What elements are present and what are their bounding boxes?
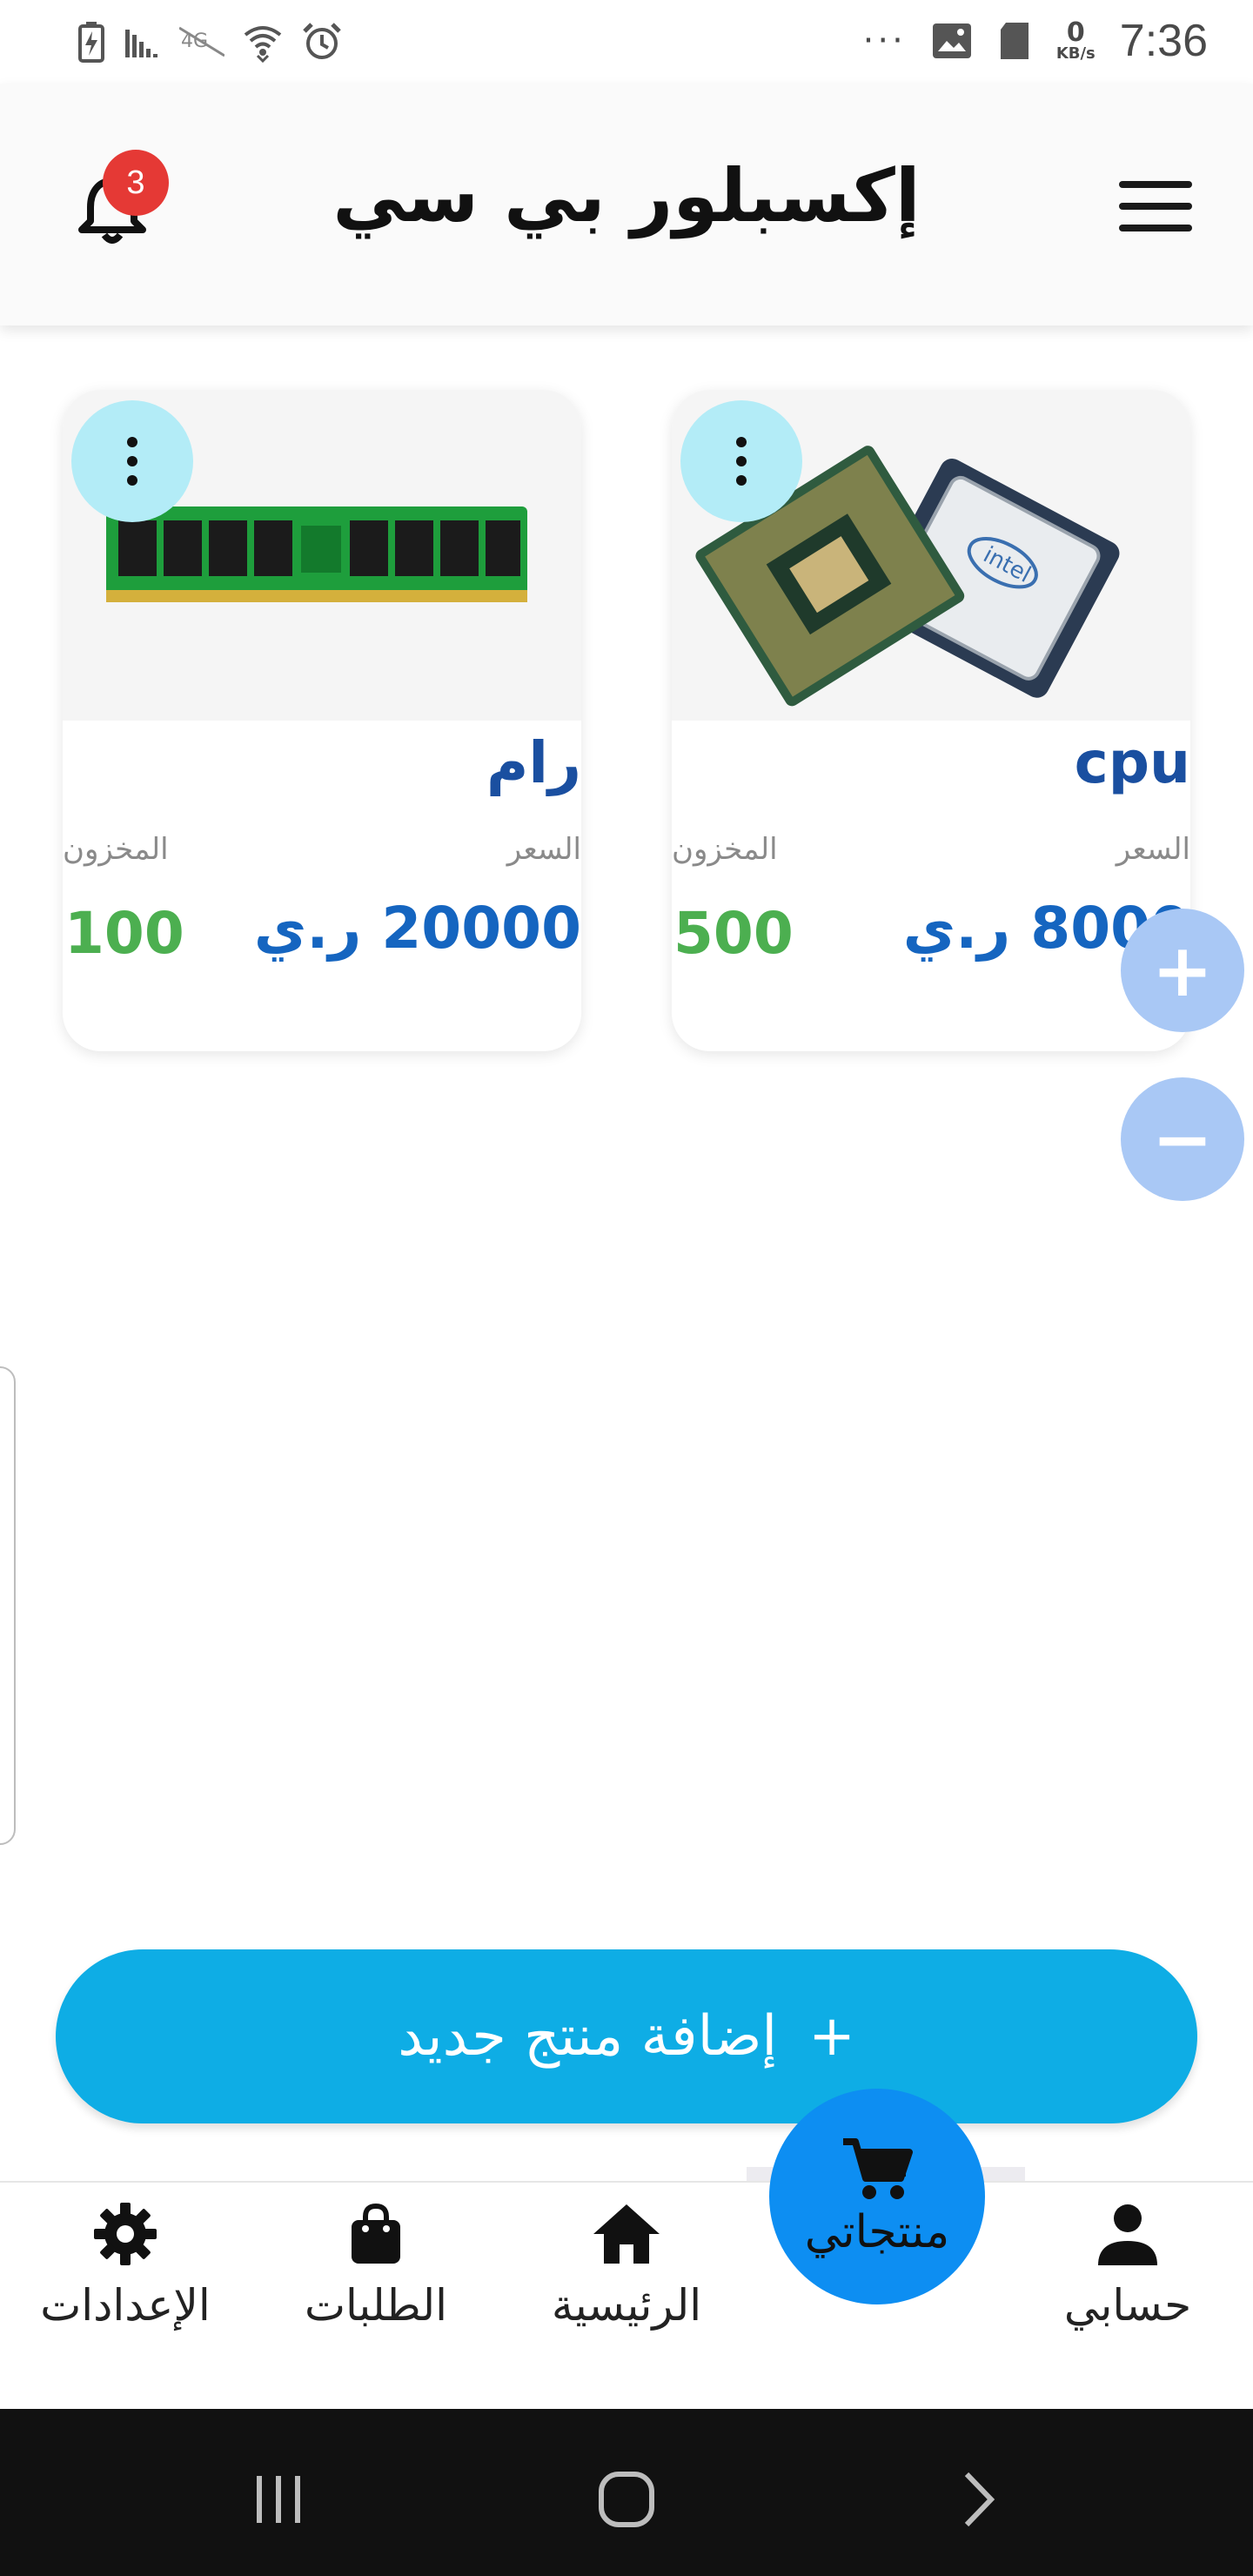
price-label: السعر: [506, 832, 581, 867]
bottom-navigation: الإعدادات الطلبات الرئيسية حسابي: [0, 2181, 1253, 2409]
network-speed-value: 0: [1066, 17, 1085, 48]
home-system-icon[interactable]: [583, 2456, 670, 2543]
sd-card-icon: [997, 21, 1032, 61]
nav-item-home[interactable]: الرئيسية: [501, 2183, 752, 2411]
product-name: رام: [486, 729, 581, 796]
add-product-label: إضافة منتج جديد: [398, 2004, 778, 2069]
product-name: cpu: [1074, 729, 1190, 796]
status-right-icons: ··· 0 KB/s 7:36: [863, 10, 1208, 71]
gallery-icon: [931, 22, 973, 60]
stock-label: المخزون: [672, 832, 778, 867]
nav-item-my-products[interactable]: منتجاتي: [769, 2089, 985, 2304]
clock: 7:36: [1119, 16, 1208, 66]
more-notifications-icon: ···: [862, 21, 907, 61]
alarm-icon: [301, 21, 343, 63]
product-card-ram[interactable]: رام السعر المخزون 20000 ر.ي 100: [63, 390, 581, 1051]
cart-icon: [840, 2135, 915, 2208]
person-icon: [1089, 2195, 1167, 2273]
home-icon: [587, 2195, 666, 2273]
add-product-button[interactable]: + إضافة منتج جديد: [56, 1949, 1197, 2123]
app-bar: إكسبلور بي سي: [0, 84, 1253, 325]
edge-panel-handle[interactable]: [0, 1366, 16, 1845]
nav-item-orders[interactable]: الطلبات: [251, 2183, 501, 2411]
nav-label: الإعدادات: [40, 2280, 211, 2331]
price-label: السعر: [1116, 832, 1190, 867]
notification-badge: 3: [103, 150, 169, 216]
product-card-cpu[interactable]: intel cpu السعر المخزون 8000 ر.ي 500: [672, 390, 1190, 1051]
product-stock: 500: [673, 900, 794, 967]
nav-label: الرئيسية: [551, 2280, 702, 2331]
network-speed-unit: KB/s: [1055, 44, 1096, 63]
network-speed: 0 KB/s: [1056, 20, 1096, 62]
minus-icon: −: [1151, 1097, 1214, 1182]
status-bar: 4G ··· 0 KB/s 7:36: [0, 0, 1253, 84]
plus-icon: +: [808, 2004, 855, 2069]
shopping-bag-icon: [337, 2195, 415, 2273]
system-navigation-bar: [0, 2409, 1253, 2576]
back-chevron-icon[interactable]: [935, 2456, 1022, 2543]
battery-charging-icon: [77, 21, 106, 63]
wifi-icon: [242, 21, 284, 63]
page-title: إكسبلور بي سي: [332, 153, 921, 238]
stock-label: المخزون: [63, 832, 169, 867]
nav-item-account[interactable]: حسابي: [1002, 2183, 1253, 2411]
product-price: 20000 ر.ي: [253, 895, 581, 962]
plus-icon: +: [1151, 928, 1214, 1013]
hamburger-menu-icon[interactable]: [1119, 181, 1196, 233]
status-left-icons: 4G: [77, 16, 343, 68]
nav-item-settings[interactable]: الإعدادات: [0, 2183, 251, 2411]
signal-icon: [124, 23, 162, 61]
product-stock: 100: [64, 900, 184, 967]
nav-label: منتجاتي: [804, 2206, 950, 2258]
zoom-out-button[interactable]: −: [1121, 1077, 1244, 1201]
nav-label: الطلبات: [304, 2280, 448, 2331]
zoom-in-button[interactable]: +: [1121, 909, 1244, 1032]
gear-icon: [86, 2195, 164, 2273]
app-screen: 4G ··· 0 KB/s 7:36 إكسبلور بي سي 3 intel…: [0, 0, 1253, 2576]
network-4g-icon: 4G: [179, 24, 224, 59]
nav-label: حسابي: [1063, 2280, 1192, 2331]
svg-text:4G: 4G: [181, 30, 208, 52]
recent-apps-icon[interactable]: [235, 2456, 322, 2543]
card-options-icon[interactable]: [71, 400, 193, 522]
card-options-icon[interactable]: [680, 400, 802, 522]
